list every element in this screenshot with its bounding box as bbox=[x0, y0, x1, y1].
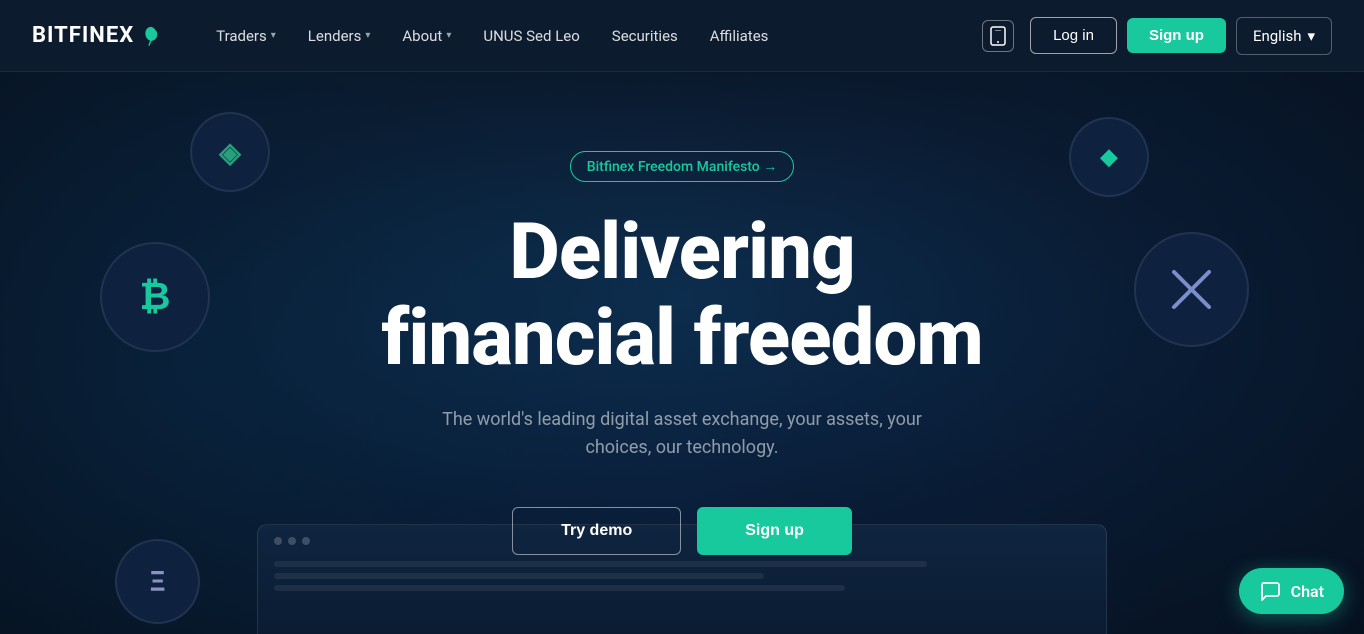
coin-xrp bbox=[1134, 232, 1249, 347]
dashboard-lines bbox=[258, 557, 1106, 595]
coin-ethereum: Ξ bbox=[115, 539, 200, 624]
tether-icon: ◈ bbox=[219, 136, 241, 169]
lenders-chevron-icon: ▾ bbox=[365, 30, 370, 41]
chat-widget[interactable]: Chat bbox=[1239, 568, 1344, 614]
signup-nav-button[interactable]: Sign up bbox=[1127, 18, 1226, 53]
coin-eos: ◆ bbox=[1069, 117, 1149, 197]
ethereum-icon: Ξ bbox=[150, 565, 166, 598]
logo[interactable]: BITFINEX bbox=[32, 23, 162, 48]
traders-chevron-icon: ▾ bbox=[271, 30, 276, 41]
logo-leaf-icon bbox=[140, 25, 162, 47]
language-chevron-icon: ▾ bbox=[1307, 27, 1315, 45]
dot-1 bbox=[274, 537, 282, 545]
mobile-app-icon[interactable] bbox=[982, 20, 1014, 52]
nav-traders[interactable]: Traders ▾ bbox=[202, 19, 290, 53]
nav-affiliates[interactable]: Affiliates bbox=[696, 19, 783, 53]
dash-line-1 bbox=[274, 561, 927, 567]
try-demo-button[interactable]: Try demo bbox=[512, 507, 681, 555]
language-selector[interactable]: English ▾ bbox=[1236, 17, 1332, 55]
nav-about[interactable]: About ▾ bbox=[388, 19, 465, 53]
manifesto-badge[interactable]: Bitfinex Freedom Manifesto → bbox=[570, 151, 794, 182]
eos-icon: ◆ bbox=[1101, 145, 1118, 170]
chat-label: Chat bbox=[1291, 582, 1324, 601]
hero-subtitle: The world's leading digital asset exchan… bbox=[442, 406, 922, 464]
dash-line-3 bbox=[274, 585, 845, 591]
navbar: BITFINEX Traders ▾ Lenders ▾ About ▾ UNU… bbox=[0, 0, 1364, 72]
nav-actions: Log in Sign up English ▾ bbox=[982, 17, 1332, 55]
coin-tether: ◈ bbox=[190, 112, 270, 192]
xrp-icon bbox=[1164, 262, 1219, 317]
hero-title-line2: financial freedom bbox=[381, 293, 983, 384]
hero-buttons: Try demo Sign up bbox=[381, 507, 983, 555]
hero-signup-button[interactable]: Sign up bbox=[697, 507, 852, 555]
nav-lenders[interactable]: Lenders ▾ bbox=[294, 19, 385, 53]
hero-section: ◈ ₿ Ξ ◆ Bitfinex Freedom Manifesto → Del… bbox=[0, 72, 1364, 634]
hero-title-line1: Delivering bbox=[509, 207, 854, 298]
hero-content: Bitfinex Freedom Manifesto → Delivering … bbox=[381, 151, 983, 555]
bitcoin-icon: ₿ bbox=[140, 275, 171, 319]
coin-bitcoin: ₿ bbox=[100, 242, 210, 352]
nav-links: Traders ▾ Lenders ▾ About ▾ UNUS Sed Leo… bbox=[202, 19, 982, 53]
hero-title: Delivering financial freedom bbox=[381, 210, 983, 382]
dot-2 bbox=[288, 537, 296, 545]
nav-unus-sed-leo[interactable]: UNUS Sed Leo bbox=[469, 19, 593, 53]
logo-text: BITFINEX bbox=[32, 23, 134, 48]
dash-line-2 bbox=[274, 573, 764, 579]
dot-3 bbox=[302, 537, 310, 545]
about-chevron-icon: ▾ bbox=[446, 30, 451, 41]
login-button[interactable]: Log in bbox=[1030, 17, 1117, 54]
chat-bubble-icon bbox=[1259, 580, 1281, 602]
language-label: English bbox=[1253, 27, 1302, 45]
phone-icon bbox=[990, 26, 1006, 46]
nav-securities[interactable]: Securities bbox=[598, 19, 692, 53]
